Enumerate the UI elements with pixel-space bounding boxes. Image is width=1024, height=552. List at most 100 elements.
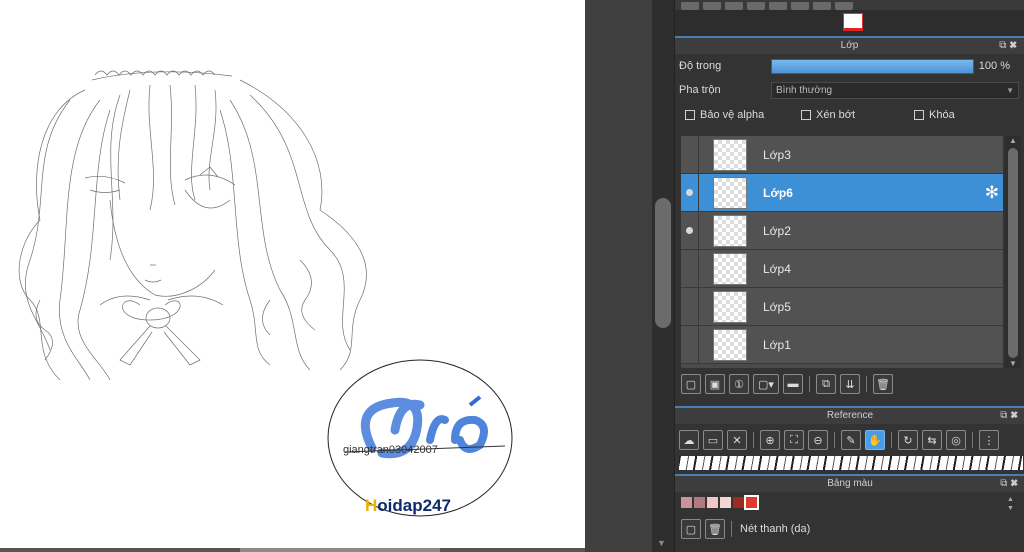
new-8bit-layer-icon[interactable]: ▣: [705, 374, 725, 394]
brush-row: ▢ 🗑 Nét thanh (da): [681, 519, 810, 539]
open-folder-icon[interactable]: ▭: [703, 430, 723, 450]
navigator-strip: [675, 10, 1024, 36]
close-icon[interactable]: ✕: [727, 430, 747, 450]
layer-item[interactable]: Lớp4: [681, 250, 1003, 288]
reset-icon[interactable]: [813, 2, 831, 10]
eyedropper-icon[interactable]: ✎: [841, 430, 861, 450]
cloud-icon[interactable]: ☁: [679, 430, 699, 450]
close-icon[interactable]: ✖: [1010, 478, 1021, 489]
fit-icon[interactable]: [725, 2, 743, 10]
reference-panel: Reference ⧉✖: [675, 406, 1024, 424]
layer-item[interactable]: Lớp1: [681, 326, 1003, 364]
rotate-icon[interactable]: [769, 2, 787, 10]
folder-icon[interactable]: ▬: [783, 374, 803, 394]
side-panel: Lớp ⧉✖ Độ trong 100 % Pha trộn Bình thườ…: [674, 0, 1024, 552]
visibility-icon[interactable]: [686, 227, 693, 234]
layer-thumbnail: [713, 177, 747, 209]
layer-item-selected[interactable]: Lớp6 ✻: [681, 174, 1003, 212]
scroll-up-arrow-icon[interactable]: ▲: [1007, 496, 1014, 503]
watermark-signature: giangtran03042007: [343, 444, 438, 456]
reference-toolbar: ☁ ▭ ✕ ⊕ ⛶ ⊖ ✎ ✋ ↻ ⇆ ◎ ⋮: [679, 428, 999, 452]
merge-layer-icon[interactable]: ⇊: [840, 374, 860, 394]
color-swatch[interactable]: [707, 497, 718, 508]
new-1bit-layer-icon[interactable]: ①: [729, 374, 749, 394]
navigator-thumbnail[interactable]: [843, 13, 863, 31]
blend-mode-value: Bình thường: [776, 85, 833, 96]
trash-icon[interactable]: 🗑: [705, 519, 725, 539]
scroll-thumb[interactable]: [1008, 148, 1018, 358]
new-color-icon[interactable]: ▢: [681, 519, 701, 539]
opacity-slider[interactable]: [771, 59, 974, 74]
layer-item[interactable]: Lớp3: [681, 136, 1003, 174]
zoom-out-icon[interactable]: [703, 2, 721, 10]
opacity-value: 100 %: [978, 60, 1010, 72]
layer-item[interactable]: Lớp2: [681, 212, 1003, 250]
layer-list-scrollbar[interactable]: ▲ ▼: [1005, 136, 1021, 368]
brush-name: Nét thanh (da): [740, 523, 811, 535]
gear-icon[interactable]: ✻: [985, 183, 999, 203]
color-swatch[interactable]: [733, 497, 744, 508]
protect-alpha-checkbox[interactable]: Bảo vệ alpha: [685, 109, 764, 121]
layer-thumbnail: [713, 215, 747, 247]
chevron-down-icon: ▼: [1006, 86, 1014, 95]
trash-icon[interactable]: 🗑: [873, 374, 893, 394]
drawing-canvas[interactable]: giangtran03042007 Hoidap247: [0, 0, 585, 548]
canvas-horizontal-scrollbar[interactable]: [0, 548, 652, 552]
layer-thumbnail: [713, 139, 747, 171]
settings-icon[interactable]: [835, 2, 853, 10]
blend-mode-select[interactable]: Bình thường ▼: [771, 82, 1019, 99]
canvas-vertical-scrollbar[interactable]: ▼: [652, 0, 674, 552]
rotate-icon[interactable]: ↻: [898, 430, 918, 450]
scroll-down-arrow-icon[interactable]: ▼: [1009, 359, 1017, 368]
blend-label: Pha trộn: [679, 84, 721, 96]
canvas-gutter: [585, 0, 652, 552]
layer-thumbnail: [713, 253, 747, 285]
popout-icon[interactable]: ⧉: [999, 40, 1009, 51]
zoom-in-icon[interactable]: [747, 2, 765, 10]
palette-panel-header: Bảng màu ⧉✖: [675, 474, 1024, 492]
fit-screen-icon[interactable]: ⛶: [784, 430, 804, 450]
reference-panel-header: Reference ⧉✖: [675, 406, 1024, 424]
visibility-icon[interactable]: [686, 189, 693, 196]
color-swatch[interactable]: [694, 497, 705, 508]
layer-thumbnail: [713, 329, 747, 361]
layer-thumbnail: [713, 291, 747, 323]
palette-panel: Bảng màu ⧉✖: [675, 474, 1024, 492]
zoom-out-icon[interactable]: ⊖: [808, 430, 828, 450]
color-swatch[interactable]: [681, 497, 692, 508]
sketch-artwork: [18, 70, 513, 517]
reset-icon[interactable]: ◎: [946, 430, 966, 450]
clipping-checkbox[interactable]: Xén bớt: [801, 109, 855, 121]
top-toolbar: [675, 0, 1024, 10]
layer-list: Lớp3 Lớp6 ✻ Lớp2 Lớp4 Lớp5 Lớp1: [681, 136, 1003, 368]
duplicate-layer-icon[interactable]: ⧉: [816, 374, 836, 394]
color-swatch[interactable]: [744, 495, 759, 510]
flip-icon[interactable]: [791, 2, 809, 10]
palette-scroll[interactable]: ▲ ▼: [1007, 496, 1019, 516]
reference-image[interactable]: [679, 456, 1023, 470]
color-swatch[interactable]: [720, 497, 731, 508]
scroll-down-arrow-icon[interactable]: ▼: [657, 538, 666, 548]
lock-checkbox[interactable]: Khóa: [914, 109, 955, 121]
opacity-label: Độ trong: [679, 60, 722, 72]
layer-item[interactable]: Lớp5: [681, 288, 1003, 326]
zoom-in-icon[interactable]: ⊕: [760, 430, 780, 450]
more-icon[interactable]: ⋮: [979, 430, 999, 450]
palette-panel-title: Bảng màu: [827, 478, 873, 489]
add-layer-dropdown-icon[interactable]: ▢▾: [753, 374, 779, 394]
zoom-icon[interactable]: [681, 2, 699, 10]
scroll-up-arrow-icon[interactable]: ▲: [1009, 136, 1017, 145]
close-icon[interactable]: ✖: [1009, 40, 1020, 51]
watermark-logo: [327, 359, 513, 517]
layer-actions-toolbar: ▢ ▣ ① ▢▾ ▬ ⧉ ⇊ 🗑: [681, 372, 893, 396]
layers-panel-header: Lớp ⧉✖: [675, 36, 1024, 54]
scroll-thumb[interactable]: [655, 198, 671, 328]
popout-icon[interactable]: ⧉: [1000, 410, 1010, 421]
scroll-down-arrow-icon[interactable]: ▼: [1007, 505, 1014, 512]
layers-panel-title: Lớp: [840, 40, 859, 51]
hand-icon[interactable]: ✋: [865, 430, 885, 450]
flip-icon[interactable]: ⇆: [922, 430, 942, 450]
close-icon[interactable]: ✖: [1010, 410, 1021, 421]
popout-icon[interactable]: ⧉: [1000, 478, 1010, 489]
new-layer-icon[interactable]: ▢: [681, 374, 701, 394]
